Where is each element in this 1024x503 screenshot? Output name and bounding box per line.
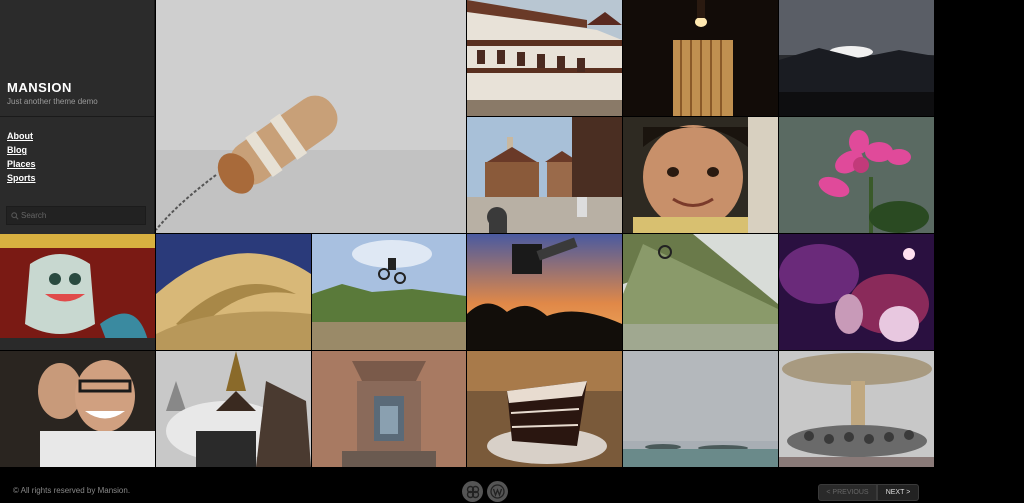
wordpress-icon[interactable] xyxy=(487,481,508,502)
photo-shrine-window[interactable] xyxy=(312,351,466,467)
sidebar-divider xyxy=(0,116,155,117)
search-input[interactable]: Search xyxy=(6,206,146,225)
footer-badges xyxy=(462,481,508,502)
main-nav: About Blog Places Sports xyxy=(7,126,36,183)
previous-button[interactable]: < PREVIOUS xyxy=(818,484,877,501)
photo-skateboard-sunset[interactable] xyxy=(467,234,622,350)
photo-temple-square[interactable] xyxy=(467,117,622,233)
photo-palace[interactable] xyxy=(467,0,622,116)
photo-mountain-sunset[interactable] xyxy=(779,0,934,116)
photo-bike-ramp[interactable] xyxy=(623,234,778,350)
photo-sculpture-curve[interactable] xyxy=(156,234,311,350)
photo-child-smile[interactable] xyxy=(623,117,778,233)
site-tagline: Just another theme demo xyxy=(7,97,98,106)
photo-pink-flower[interactable] xyxy=(779,117,934,233)
photo-carousel[interactable] xyxy=(779,351,934,467)
copyright-text: © All rights reserved by Mansion. xyxy=(13,486,131,495)
pagination: < PREVIOUS NEXT > xyxy=(818,484,919,501)
photo-lion-statue[interactable] xyxy=(0,234,155,350)
sidebar: MANSION Just another theme demo About Bl… xyxy=(0,0,155,234)
search-icon xyxy=(11,212,19,220)
photo-bmx-jump[interactable] xyxy=(312,234,466,350)
next-button[interactable]: NEXT > xyxy=(877,484,919,501)
photo-lake-island[interactable] xyxy=(623,351,778,467)
theme-logo-icon[interactable] xyxy=(462,481,483,502)
site-title[interactable]: MANSION xyxy=(7,80,72,95)
photo-couple-selfie[interactable] xyxy=(0,351,155,467)
nav-item-sports[interactable]: Sports xyxy=(7,173,36,183)
search-placeholder: Search xyxy=(21,211,47,220)
photo-chocolate-cake[interactable] xyxy=(467,351,622,467)
photo-stupa[interactable] xyxy=(156,351,311,467)
photo-buoy-fog[interactable] xyxy=(156,0,466,233)
photo-candle-lamp[interactable] xyxy=(623,0,778,116)
photo-concert-lights[interactable] xyxy=(779,234,934,350)
